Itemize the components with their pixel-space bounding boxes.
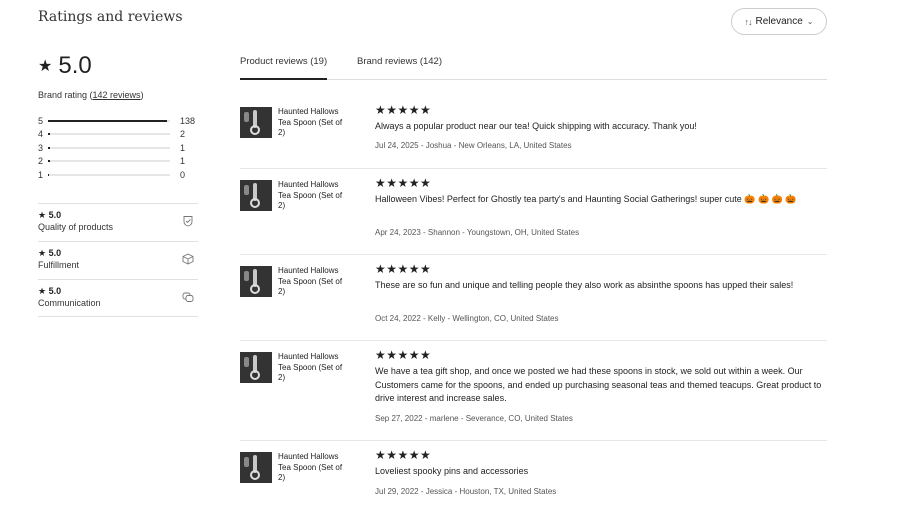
sub-rating-label: Quality of products bbox=[38, 222, 114, 232]
brand-rating-line: Brand rating (142 reviews) bbox=[38, 90, 144, 100]
distribution-row[interactable]: 5 138 bbox=[38, 114, 198, 128]
review-item: Haunted Hallows Tea Spoon (Set of 2) ★★★… bbox=[240, 103, 827, 169]
distribution-row[interactable]: 2 1 bbox=[38, 155, 198, 169]
review-text: Halloween Vibes! Perfect for Ghostly tea… bbox=[375, 194, 797, 204]
distribution-bar bbox=[48, 173, 170, 176]
review-item: Haunted Hallows Tea Spoon (Set of 2) ★★★… bbox=[240, 176, 827, 255]
distribution-count: 1 bbox=[180, 156, 186, 167]
sub-rating-label: Fulfillment bbox=[38, 260, 80, 270]
distribution-stars: 5 bbox=[38, 115, 44, 126]
review-meta: Apr 24, 2023 - Shannon - Youngstown, OH,… bbox=[375, 228, 580, 237]
distribution-fill bbox=[48, 133, 51, 136]
review-stars: ★★★★★ bbox=[375, 262, 432, 276]
review-tabs: Product reviews (19) Brand reviews (142) bbox=[240, 52, 827, 80]
distribution-stars: 1 bbox=[38, 169, 44, 180]
distribution-count: 2 bbox=[180, 129, 186, 140]
distribution-count: 138 bbox=[180, 115, 196, 126]
product-thumbnail[interactable] bbox=[240, 452, 272, 483]
sub-rating-number: 5.0 bbox=[48, 286, 62, 296]
distribution-stars: 4 bbox=[38, 129, 44, 140]
distribution-stars: 2 bbox=[38, 156, 44, 167]
sub-rating-fulfillment: ★ 5.0 Fulfillment bbox=[38, 241, 198, 279]
sub-rating-number: 5.0 bbox=[48, 210, 62, 220]
distribution-fill bbox=[48, 119, 167, 122]
tab-product-reviews[interactable]: Product reviews (19) bbox=[240, 56, 328, 80]
brand-rating-label: Brand rating ( bbox=[38, 90, 93, 100]
chevron-down-icon: ⌄ bbox=[806, 17, 814, 26]
review-item: Haunted Hallows Tea Spoon (Set of 2) ★★★… bbox=[240, 448, 827, 502]
distribution-row[interactable]: 3 1 bbox=[38, 141, 198, 155]
review-meta: Oct 24, 2022 - Kelly - Wellington, CO, U… bbox=[375, 314, 559, 323]
distribution-count: 0 bbox=[180, 169, 186, 180]
overall-rating-value: 5.0 bbox=[58, 52, 92, 79]
review-meta: Sep 27, 2022 - marlene - Severance, CO, … bbox=[375, 414, 573, 423]
sub-rating-communication: ★ 5.0 Communication bbox=[38, 279, 198, 317]
sub-rating-value: ★ 5.0 bbox=[38, 248, 62, 258]
section-title: Ratings and reviews bbox=[38, 9, 183, 25]
overall-rating: ★ 5.0 bbox=[38, 52, 92, 80]
product-name[interactable]: Haunted Hallows Tea Spoon (Set of 2) bbox=[278, 180, 350, 212]
tab-brand-reviews[interactable]: Brand reviews (142) bbox=[357, 56, 442, 80]
review-meta: Jul 29, 2022 - Jessica - Houston, TX, Un… bbox=[375, 487, 557, 496]
review-text: Loveliest spooky pins and accessories bbox=[375, 466, 529, 476]
sub-rating-value: ★ 5.0 bbox=[38, 210, 62, 220]
review-text: These are so fun and unique and telling … bbox=[375, 280, 794, 290]
review-meta: Jul 24, 2025 - Joshua - New Orleans, LA,… bbox=[375, 141, 572, 150]
distribution-row[interactable]: 4 2 bbox=[38, 128, 198, 142]
distribution-stars: 3 bbox=[38, 142, 44, 153]
product-name[interactable]: Haunted Hallows Tea Spoon (Set of 2) bbox=[278, 107, 350, 139]
distribution-bar bbox=[48, 119, 170, 122]
sort-button[interactable]: ↑↓ Relevance ⌄ bbox=[731, 8, 827, 35]
distribution-bar bbox=[48, 133, 170, 136]
review-stars: ★★★★★ bbox=[375, 103, 432, 117]
sub-rating-quality: ★ 5.0 Quality of products bbox=[38, 203, 198, 241]
review-item: Haunted Hallows Tea Spoon (Set of 2) ★★★… bbox=[240, 348, 827, 441]
distribution-fill bbox=[48, 160, 51, 163]
product-thumbnail[interactable] bbox=[240, 180, 272, 211]
brand-reviews-link[interactable]: 142 reviews bbox=[93, 90, 141, 100]
distribution-fill bbox=[48, 173, 50, 176]
distribution-row[interactable]: 1 0 bbox=[38, 168, 198, 182]
brand-rating-close: ) bbox=[140, 90, 144, 100]
distribution-bar bbox=[48, 146, 170, 149]
distribution-fill bbox=[48, 146, 51, 149]
review-text: Always a popular product near our tea! Q… bbox=[375, 121, 697, 131]
chat-icon bbox=[182, 292, 194, 302]
sub-rating-label: Communication bbox=[38, 298, 101, 308]
product-name[interactable]: Haunted Hallows Tea Spoon (Set of 2) bbox=[278, 266, 350, 298]
review-stars: ★★★★★ bbox=[375, 176, 432, 190]
product-thumbnail[interactable] bbox=[240, 107, 272, 138]
review-text: We have a tea gift shop, and once we pos… bbox=[375, 366, 822, 403]
sort-label: Relevance bbox=[755, 16, 803, 27]
product-name[interactable]: Haunted Hallows Tea Spoon (Set of 2) bbox=[278, 352, 350, 384]
distribution-bar bbox=[48, 160, 170, 163]
box-icon bbox=[182, 253, 194, 265]
rating-distribution: 5 138 4 2 3 1 2 1 1 0 bbox=[38, 114, 198, 182]
product-thumbnail[interactable] bbox=[240, 266, 272, 297]
review-stars: ★★★★★ bbox=[375, 448, 432, 462]
star-icon: ★ bbox=[38, 58, 53, 75]
product-thumbnail[interactable] bbox=[240, 352, 272, 383]
sort-arrows-icon: ↑↓ bbox=[744, 16, 753, 27]
product-name[interactable]: Haunted Hallows Tea Spoon (Set of 2) bbox=[278, 452, 350, 484]
review-stars: ★★★★★ bbox=[375, 348, 432, 362]
sub-rating-number: 5.0 bbox=[48, 248, 62, 258]
review-item: Haunted Hallows Tea Spoon (Set of 2) ★★★… bbox=[240, 262, 827, 341]
sub-rating-value: ★ 5.0 bbox=[38, 286, 62, 296]
distribution-count: 1 bbox=[180, 142, 186, 153]
shield-check-icon bbox=[183, 216, 193, 227]
